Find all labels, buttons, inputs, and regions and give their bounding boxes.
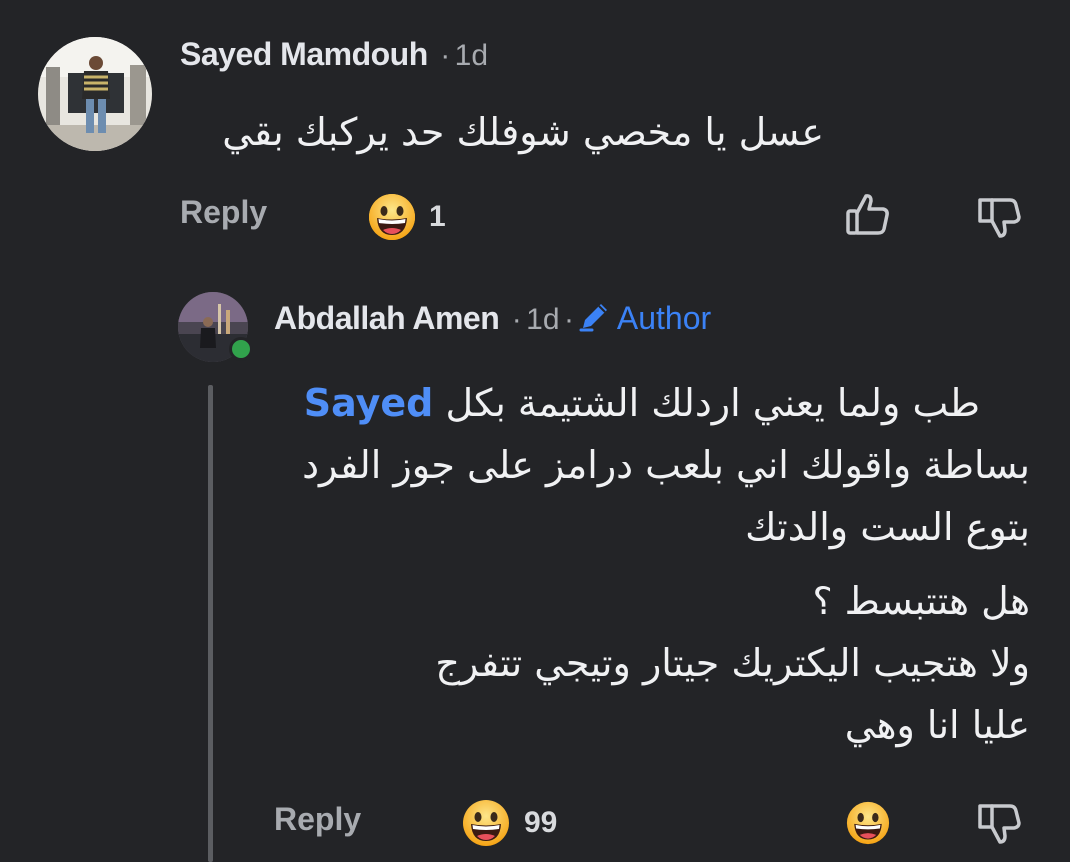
timestamp[interactable]: 1d	[455, 39, 488, 72]
meta-separator: ·	[511, 303, 522, 336]
meta-separator: ·	[440, 39, 451, 72]
reply-button[interactable]: Reply	[274, 801, 361, 838]
mention-link[interactable]: Sayed	[304, 381, 434, 425]
meta-separator: ·	[563, 303, 574, 336]
grinning-face-icon[interactable]	[846, 801, 890, 845]
reply-line: طب ولما يعني اردلك الشتيمة بكل Sayed	[270, 372, 980, 434]
reaction-count: 1	[429, 200, 446, 233]
reply-header: Abdallah Amen · 1d · Author	[274, 299, 711, 338]
pencil-icon	[578, 299, 612, 338]
timestamp[interactable]: 1d	[526, 303, 559, 336]
reply-line: هل هتتبسط ؟	[812, 579, 1030, 623]
author-name[interactable]: Sayed Mamdouh	[180, 36, 428, 72]
comment-header: Sayed Mamdouh · 1d	[180, 36, 488, 73]
reply-line: عليا انا وهي	[844, 703, 1030, 747]
thumbs-down-icon[interactable]	[974, 192, 1024, 242]
reply-line-text: طب ولما يعني اردلك الشتيمة بكل	[445, 381, 980, 425]
reply-button[interactable]: Reply	[180, 194, 267, 231]
thread-line	[208, 385, 213, 862]
thumbs-down-icon[interactable]	[974, 798, 1024, 848]
thumbs-up-icon[interactable]	[843, 190, 893, 240]
reply-line: بساطة واقولك اني بلعب درامز على جوز الفر…	[302, 443, 1030, 487]
grinning-face-icon[interactable]	[462, 799, 510, 847]
comment-text: عسل يا مخصي شوفلك حد يركبك بقي	[222, 110, 824, 154]
reaction-count: 99	[524, 806, 558, 839]
online-indicator	[229, 337, 253, 361]
reply-line: بتوع الست والدتك	[745, 505, 1030, 549]
grinning-face-icon[interactable]	[368, 193, 416, 241]
reply-text: طب ولما يعني اردلك الشتيمة بكل Sayed بسا…	[270, 372, 1030, 756]
author-name[interactable]: Abdallah Amen	[274, 300, 500, 336]
author-badge: Author	[616, 300, 712, 336]
reply-line: ولا هتجيب اليكتريك جيتار وتيجي تتفرج	[435, 641, 1030, 685]
